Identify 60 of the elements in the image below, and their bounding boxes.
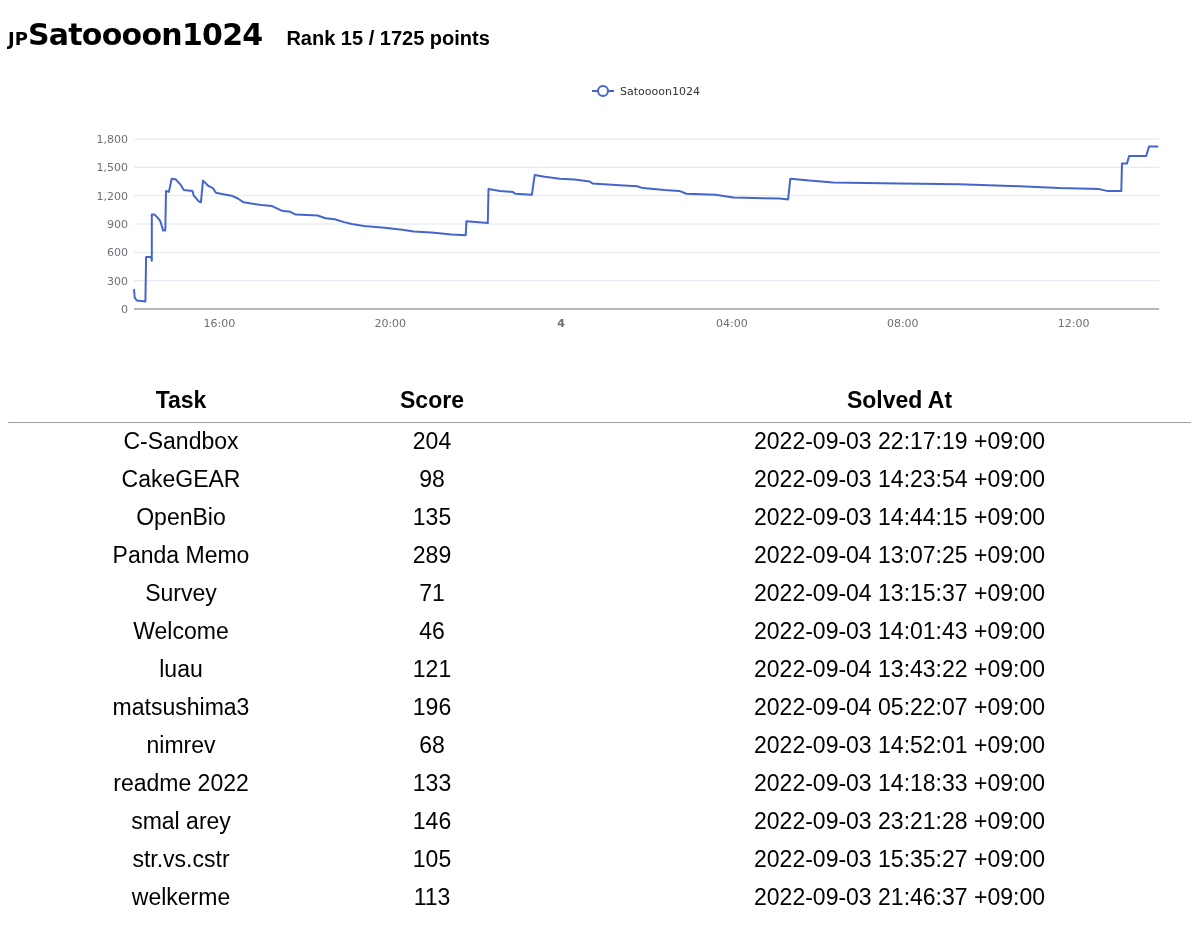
- y-axis-label: 900: [107, 218, 128, 231]
- table-cell-text: 2022-09-04 13:07:25 +09:00: [754, 541, 1045, 571]
- table-cell-text: 71: [419, 579, 445, 609]
- table-cell-text: 2022-09-04 13:43:22 +09:00: [754, 655, 1045, 685]
- y-axis-label: 1,800: [96, 133, 128, 146]
- column-header: Score: [400, 386, 464, 415]
- table-cell-text: 2022-09-03 14:52:01 +09:00: [754, 731, 1045, 761]
- table-cell-text: smal arey: [131, 807, 231, 837]
- table-cell-text: 2022-09-03 23:21:28 +09:00: [754, 807, 1045, 837]
- username: Satoooon1024: [27, 16, 263, 54]
- table-cell-text: 2022-09-03 22:17:19 +09:00: [754, 427, 1045, 457]
- x-axis-label: 16:00: [203, 317, 236, 330]
- table-cell-text: 289: [412, 541, 452, 571]
- country-code: JP: [8, 27, 28, 51]
- y-axis-label: 0: [121, 303, 128, 316]
- table-cell-text: 98: [419, 465, 445, 495]
- table-cell-text: 121: [412, 655, 452, 685]
- table-cell-text: 2022-09-04 13:15:37 +09:00: [754, 579, 1045, 609]
- table-cell-text: 196: [412, 693, 452, 723]
- table-cell-text: 133: [412, 769, 452, 799]
- table-cell-text: 2022-09-03 14:18:33 +09:00: [754, 769, 1045, 799]
- table-cell-text: luau: [159, 655, 203, 685]
- y-axis-label: 600: [107, 246, 128, 260]
- y-axis-label: 300: [107, 274, 128, 288]
- x-axis-label: 12:00: [1057, 317, 1090, 330]
- table-cell-text: OpenBio: [136, 503, 226, 533]
- table-cell-text: 68: [419, 731, 445, 761]
- rank-points: Rank 15 / 1725 points: [286, 26, 490, 51]
- table-cell-text: 146: [412, 807, 452, 837]
- table-cell-text: CakeGEAR: [121, 465, 241, 495]
- table-cell-text: welkerme: [131, 883, 231, 913]
- table-cell-text: 135: [412, 503, 452, 533]
- x-axis-label: 04:00: [716, 317, 748, 330]
- table-cell-text: matsushima3: [112, 693, 250, 723]
- table-cell-text: 2022-09-03 14:01:43 +09:00: [754, 617, 1045, 647]
- table-cell-text: nimrev: [146, 731, 216, 761]
- column-header: Task: [155, 386, 207, 415]
- x-axis-label: 4: [557, 317, 565, 330]
- legend-label[interactable]: Satoooon1024: [620, 85, 700, 98]
- table-cell-text: 2022-09-03 15:35:27 +09:00: [754, 845, 1045, 875]
- table-cell-text: 105: [412, 845, 452, 875]
- table-cell-text: readme 2022: [113, 769, 249, 799]
- table-cell-text: C-Sandbox: [123, 427, 239, 457]
- table-cell-text: 2022-09-03 21:46:37 +09:00: [754, 883, 1045, 913]
- column-header: Solved At: [846, 386, 953, 415]
- table-cell-text: 204: [412, 427, 452, 457]
- table-cell-text: 46: [419, 617, 445, 647]
- y-axis-label: 1,200: [96, 189, 128, 203]
- legend-line-icon: [591, 85, 615, 97]
- table-cell-text: 2022-09-04 05:22:07 +09:00: [754, 693, 1045, 723]
- table-cell-text: Survey: [145, 579, 217, 609]
- table-cell-text: Panda Memo: [112, 541, 250, 571]
- table-cell-text: 113: [413, 883, 451, 913]
- table-cell-text: 2022-09-03 14:23:54 +09:00: [754, 465, 1045, 495]
- x-axis-label: 08:00: [886, 317, 919, 330]
- table-cell-text: str.vs.cstr: [132, 845, 230, 875]
- table-cell-text: Welcome: [133, 617, 229, 647]
- x-axis-label: 20:00: [374, 317, 407, 330]
- table-cell-text: 2022-09-03 14:44:15 +09:00: [754, 503, 1045, 533]
- y-axis-label: 1,500: [96, 161, 128, 175]
